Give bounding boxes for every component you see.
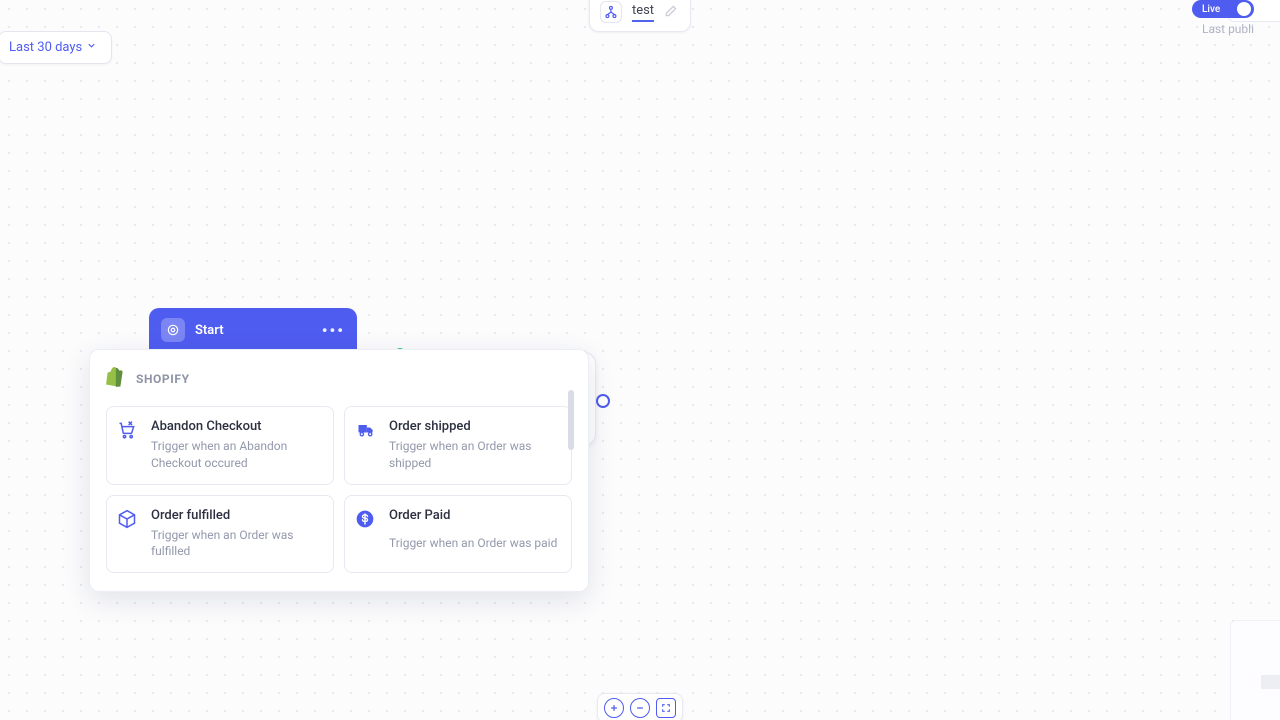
panel-scrollbar[interactable] <box>568 390 574 450</box>
trigger-option-title: Abandon Checkout <box>151 419 321 434</box>
zoom-in-button[interactable] <box>604 698 624 718</box>
date-range-filter[interactable]: Last 30 days <box>0 31 112 64</box>
trigger-option-title: Order shipped <box>389 419 559 434</box>
trigger-option-desc: Trigger when an Abandon Checkout occured <box>151 438 321 472</box>
stub-bar <box>1261 675 1280 689</box>
chevron-down-icon <box>86 40 97 55</box>
start-node-header[interactable]: Start ••• <box>149 308 357 352</box>
date-range-label: Last 30 days <box>9 40 82 55</box>
last-published-text: Last publi <box>1202 22 1254 36</box>
start-node-label: Start <box>195 323 312 338</box>
trigger-option-abandon-checkout[interactable]: Abandon Checkout Trigger when an Abandon… <box>106 406 334 485</box>
zoom-out-button[interactable] <box>630 698 650 718</box>
trigger-option-desc: Trigger when an Order was shipped <box>389 438 559 472</box>
trigger-option-order-fulfilled[interactable]: Order fulfilled Trigger when an Order wa… <box>106 495 334 574</box>
live-status-wrap: Live Last publi <box>1192 0 1254 36</box>
trigger-option-order-paid[interactable]: Order Paid Trigger when an Order was pai… <box>344 495 572 574</box>
start-node-more-icon[interactable]: ••• <box>322 321 345 340</box>
live-toggle-label: Live <box>1202 4 1220 15</box>
start-node-target-icon <box>161 318 185 342</box>
zoom-controls <box>597 693 683 720</box>
live-toggle-knob <box>1237 2 1251 16</box>
trigger-option-desc: Trigger when an Order was paid <box>389 535 559 560</box>
workflow-tree-icon <box>600 1 622 23</box>
workflow-title-pill: test <box>589 0 691 32</box>
shopify-bag-icon <box>106 366 126 392</box>
trigger-option-desc: Trigger when an Order was fulfilled <box>151 527 321 561</box>
trigger-option-order-shipped[interactable]: Order shipped Trigger when an Order was … <box>344 406 572 485</box>
workflow-title[interactable]: test <box>632 3 654 22</box>
node-port-ring-icon[interactable] <box>596 394 610 408</box>
bottom-right-panel-stub <box>1230 620 1280 720</box>
trigger-option-title: Order Paid <box>389 508 559 531</box>
cart-x-icon <box>117 420 141 444</box>
dollar-circle-icon <box>355 509 379 533</box>
trigger-picker-panel: SHOPIFY Abandon Checkout Trigger when an… <box>89 349 589 592</box>
trigger-option-title: Order fulfilled <box>151 508 321 523</box>
trigger-provider-label: SHOPIFY <box>136 372 190 386</box>
package-icon <box>117 509 141 533</box>
live-toggle[interactable]: Live <box>1192 0 1254 18</box>
truck-icon <box>355 420 379 444</box>
edit-title-icon[interactable] <box>664 3 678 22</box>
fit-view-button[interactable] <box>656 698 676 718</box>
